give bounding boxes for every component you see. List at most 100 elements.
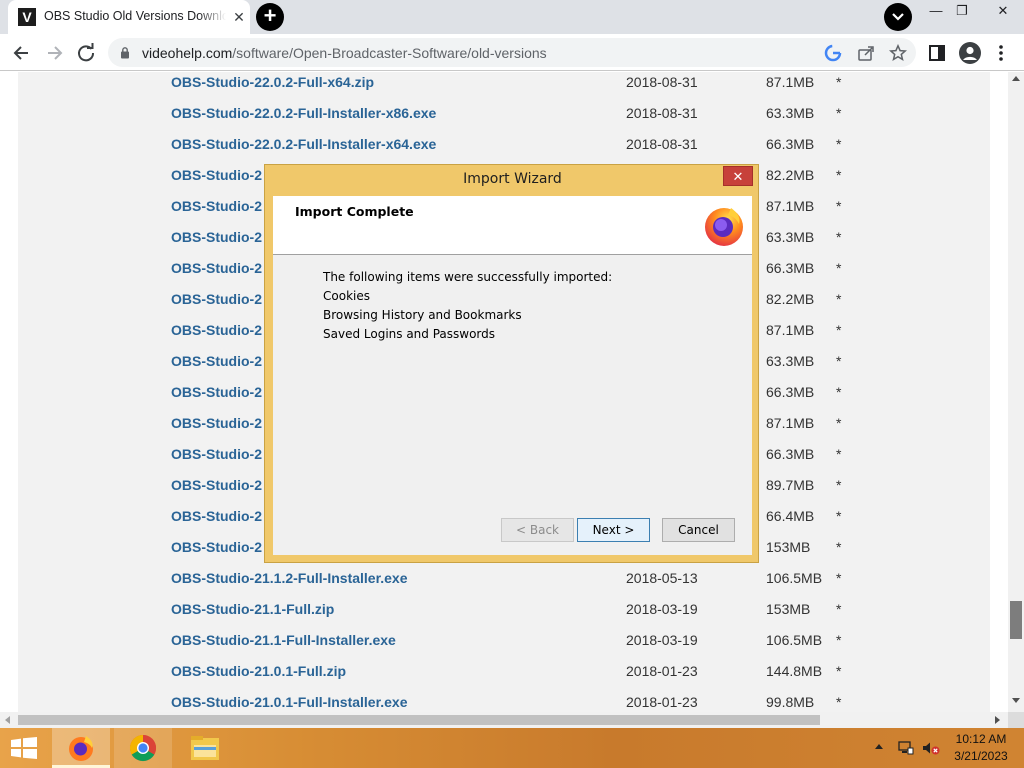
reload-icon: [78, 43, 95, 62]
dialog-body: The following items were successfully im…: [273, 255, 752, 555]
horizontal-scroll-thumb[interactable]: [18, 715, 820, 725]
browser-tab-active[interactable]: V OBS Studio Old Versions Download ✕: [8, 0, 250, 34]
cancel-button[interactable]: Cancel: [662, 518, 735, 542]
scroll-right-icon[interactable]: [995, 716, 1000, 724]
next-button[interactable]: Next >: [577, 518, 650, 542]
clock-date[interactable]: 3/21/2023: [950, 749, 1012, 763]
file-mark: *: [836, 260, 842, 276]
file-mark: *: [836, 632, 842, 648]
vertical-scroll-thumb[interactable]: [1010, 601, 1022, 639]
window-restore-button[interactable]: ❐: [947, 2, 977, 22]
file-download-link[interactable]: OBS-Studio-2: [171, 508, 262, 524]
file-size: 82.2MB: [766, 167, 815, 183]
file-mark: *: [836, 353, 842, 369]
google-icon[interactable]: [824, 44, 842, 62]
file-mark: *: [836, 601, 842, 617]
horizontal-scrollbar[interactable]: [0, 712, 1008, 728]
file-mark: *: [836, 322, 842, 338]
file-mark: *: [836, 663, 842, 679]
file-mark: *: [836, 167, 842, 183]
taskbar-firefox[interactable]: [52, 728, 110, 768]
file-date: 2018-01-23: [626, 663, 698, 679]
taskbar-file-explorer[interactable]: [176, 728, 234, 768]
header-title: Import Complete: [295, 204, 414, 219]
file-row: OBS-Studio-22.0.2-Full-Installer-x64.exe…: [18, 134, 990, 165]
share-icon[interactable]: [857, 44, 875, 62]
file-download-link[interactable]: OBS-Studio-2: [171, 539, 262, 555]
url-text[interactable]: videohelp.com/software/Open-Broadcaster-…: [142, 45, 547, 61]
file-row: OBS-Studio-21.0.1-Full-Installer.exe 2018…: [18, 692, 990, 712]
window-close-button[interactable]: ✕: [988, 2, 1018, 22]
file-mark: *: [836, 415, 842, 431]
back-button[interactable]: < Back: [501, 518, 574, 542]
lock-icon[interactable]: [120, 46, 130, 59]
scroll-left-icon[interactable]: [5, 716, 10, 724]
show-hidden-icons-icon[interactable]: [875, 744, 883, 749]
star-icon[interactable]: [889, 44, 907, 62]
file-size: 153MB: [766, 601, 811, 617]
profile-icon[interactable]: [958, 41, 982, 65]
file-download-link[interactable]: OBS-Studio-2: [171, 167, 262, 183]
import-wizard-dialog: Import Wizard ✕ Import Complete The foll…: [264, 164, 759, 563]
imported-item: Saved Logins and Passwords: [323, 327, 496, 341]
menu-icon[interactable]: [996, 43, 1006, 63]
file-size: 106.5MB: [766, 570, 823, 586]
file-mark: *: [836, 539, 842, 555]
file-mark: *: [836, 477, 842, 493]
file-size: 63.3MB: [766, 353, 815, 369]
firefox-icon: [69, 736, 93, 761]
file-download-link[interactable]: OBS-Studio-2: [171, 415, 262, 431]
file-download-link[interactable]: OBS-Studio-2: [171, 260, 262, 276]
file-download-link[interactable]: OBS-Studio-21.0.1-Full-Installer.exe: [171, 694, 408, 710]
file-size: 66.3MB: [766, 446, 815, 462]
vertical-scrollbar[interactable]: [1008, 72, 1024, 712]
videohelp-favicon-icon: V: [18, 8, 36, 26]
file-size: 66.3MB: [766, 384, 815, 400]
file-date: 2018-01-23: [626, 694, 698, 710]
file-download-link[interactable]: OBS-Studio-2: [171, 322, 262, 338]
file-date: 2018-08-31: [626, 74, 698, 90]
file-download-link[interactable]: OBS-Studio-22.0.2-Full-x64.zip: [171, 74, 374, 90]
file-download-link[interactable]: OBS-Studio-2: [171, 446, 262, 462]
tab-search-button[interactable]: [884, 3, 912, 31]
file-size: 153MB: [766, 539, 811, 555]
file-row: OBS-Studio-22.0.2-Full-x64.zip 2018-08-31…: [18, 72, 990, 103]
file-mark: *: [836, 229, 842, 245]
network-icon[interactable]: [898, 741, 914, 755]
file-size: 87.1MB: [766, 198, 815, 214]
file-download-link[interactable]: OBS-Studio-2: [171, 353, 262, 369]
back-button[interactable]: [9, 40, 35, 66]
file-download-link[interactable]: OBS-Studio-2: [171, 198, 262, 214]
volume-muted-icon[interactable]: [922, 741, 940, 755]
file-download-link[interactable]: OBS-Studio-21.1.2-Full-Installer.exe: [171, 570, 408, 586]
address-bar[interactable]: videohelp.com/software/Open-Broadcaster-…: [108, 38, 916, 67]
file-download-link[interactable]: OBS-Studio-2: [171, 477, 262, 493]
imported-item: Browsing History and Bookmarks: [323, 308, 522, 322]
taskbar-chrome[interactable]: [114, 728, 172, 768]
file-date: 2018-03-19: [626, 632, 698, 648]
file-download-link[interactable]: OBS-Studio-2: [171, 229, 262, 245]
windows-start-icon[interactable]: [10, 737, 38, 759]
sidepanel-icon[interactable]: [928, 44, 946, 62]
file-download-link[interactable]: OBS-Studio-2: [171, 384, 262, 400]
forward-button[interactable]: [41, 40, 67, 66]
file-download-link[interactable]: OBS-Studio-22.0.2-Full-Installer-x64.exe: [171, 136, 436, 152]
new-tab-button[interactable]: +: [256, 3, 284, 31]
file-download-link[interactable]: OBS-Studio-21.0.1-Full.zip: [171, 663, 346, 679]
file-size: 99.8MB: [766, 694, 815, 710]
file-mark: *: [836, 570, 842, 586]
reload-button[interactable]: [73, 40, 99, 66]
tab-close-icon[interactable]: ✕: [230, 8, 248, 26]
chevron-down-icon: [892, 13, 904, 21]
file-row: OBS-Studio-21.1.2-Full-Installer.exe 2018…: [18, 568, 990, 599]
url-path: /software/Open-Broadcaster-Software/old-…: [232, 45, 547, 61]
scroll-down-icon[interactable]: [1012, 698, 1020, 703]
clock-time[interactable]: 10:12 AM: [950, 732, 1012, 746]
dialog-close-button[interactable]: ✕: [723, 166, 753, 186]
file-download-link[interactable]: OBS-Studio-21.1-Full.zip: [171, 601, 334, 617]
file-download-link[interactable]: OBS-Studio-21.1-Full-Installer.exe: [171, 632, 396, 648]
scroll-up-icon[interactable]: [1012, 76, 1020, 81]
file-download-link[interactable]: OBS-Studio-22.0.2-Full-Installer-x86.exe: [171, 105, 436, 121]
file-size: 66.4MB: [766, 508, 815, 524]
file-download-link[interactable]: OBS-Studio-2: [171, 291, 262, 307]
